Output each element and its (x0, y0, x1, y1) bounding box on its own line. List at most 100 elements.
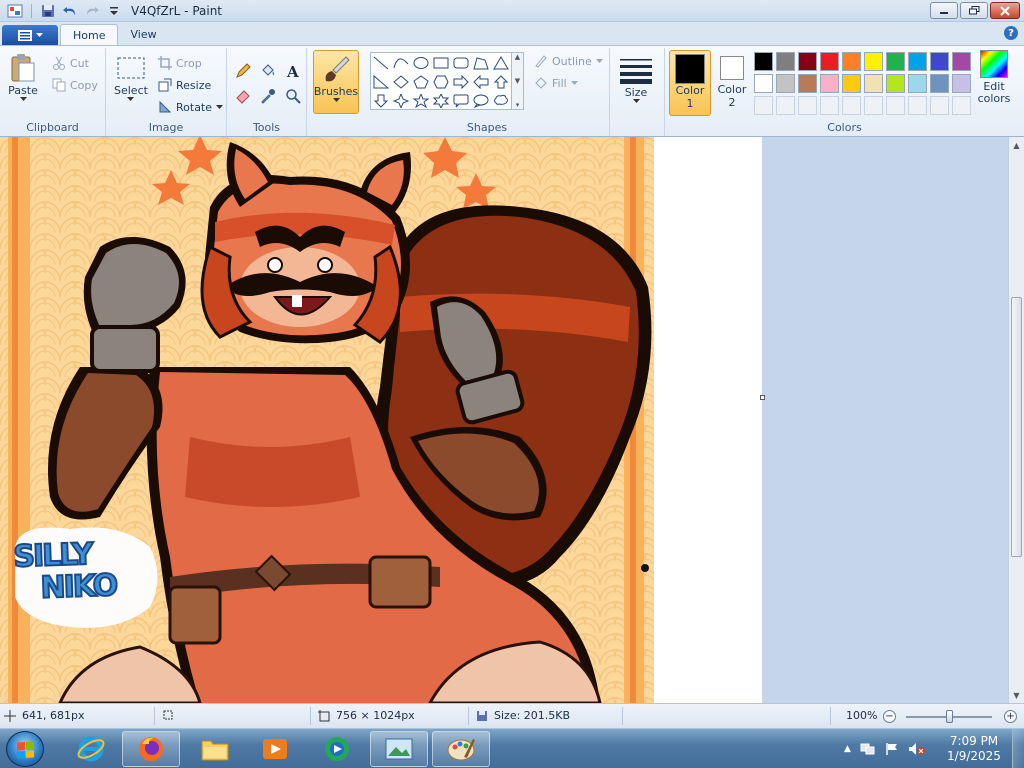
redo-icon[interactable] (83, 2, 101, 20)
palette-swatch[interactable] (754, 74, 773, 93)
brushes-button[interactable]: Brushes (313, 50, 359, 114)
zoom-slider-thumb[interactable] (946, 710, 953, 723)
show-desktop-button[interactable] (1012, 729, 1024, 768)
palette-empty-swatch[interactable] (864, 96, 883, 115)
canvas-workspace[interactable]: SILLY NIKO (0, 137, 1008, 703)
size-button[interactable]: Size (618, 54, 654, 104)
palette-swatch[interactable] (930, 52, 949, 71)
scroll-up-icon[interactable]: ▲ (515, 53, 520, 61)
palette-empty-swatch[interactable] (930, 96, 949, 115)
save-icon[interactable] (39, 2, 57, 20)
scroll-down-icon[interactable]: ▼ (515, 77, 520, 85)
color1-button[interactable]: Color 1 (669, 50, 711, 116)
rectangle-shape-icon[interactable] (431, 53, 451, 72)
canvas-resize-handle-right[interactable] (760, 395, 765, 400)
color-picker-icon[interactable] (257, 85, 279, 107)
rotate-button[interactable]: Rotate (158, 100, 224, 114)
photo-viewer-taskbar-button[interactable] (370, 731, 428, 767)
edit-colors-button[interactable]: Edit colors (976, 50, 1012, 105)
tab-home[interactable]: Home (60, 24, 119, 45)
down-arrow-shape-icon[interactable] (371, 91, 391, 110)
palette-swatch[interactable] (820, 52, 839, 71)
customize-qat-icon[interactable] (105, 2, 123, 20)
polygon-shape-icon[interactable] (471, 53, 491, 72)
help-icon[interactable]: ? (1004, 26, 1018, 40)
shapes-scrollbar[interactable]: ▲ ▼ ▾ (512, 52, 524, 110)
pentagon-shape-icon[interactable] (411, 72, 431, 91)
left-arrow-shape-icon[interactable] (471, 72, 491, 91)
cut-button[interactable]: Cut (52, 56, 89, 70)
palette-empty-swatch[interactable] (776, 96, 795, 115)
palette-swatch[interactable] (798, 74, 817, 93)
palette-swatch[interactable] (908, 52, 927, 71)
palette-empty-swatch[interactable] (842, 96, 861, 115)
oval-callout-shape-icon[interactable] (471, 91, 491, 110)
palette-swatch[interactable] (776, 52, 795, 71)
palette-swatch[interactable] (952, 52, 971, 71)
palette-swatch[interactable] (908, 74, 927, 93)
palette-empty-swatch[interactable] (886, 96, 905, 115)
close-button[interactable] (990, 2, 1020, 19)
scroll-down-icon[interactable]: ▼ (1009, 687, 1024, 703)
tab-view[interactable]: View (118, 24, 168, 45)
restore-button[interactable] (960, 2, 988, 19)
oval-shape-icon[interactable] (411, 53, 431, 72)
media-center-taskbar-button[interactable] (308, 731, 366, 767)
fill-button[interactable]: Fill (534, 76, 578, 90)
palette-swatch[interactable] (952, 74, 971, 93)
rounded-rectangle-shape-icon[interactable] (451, 53, 471, 72)
select-button[interactable]: Select (114, 52, 148, 102)
palette-swatch[interactable] (798, 52, 817, 71)
line-shape-icon[interactable] (371, 53, 391, 72)
outline-button[interactable]: Outline (534, 54, 603, 68)
right-arrow-shape-icon[interactable] (451, 72, 471, 91)
magnifier-icon[interactable] (282, 85, 304, 107)
action-center-flag-icon[interactable] (885, 742, 899, 756)
gallery-expand-icon[interactable]: ▾ (516, 101, 520, 109)
zoom-out-button[interactable]: − (883, 710, 896, 723)
five-point-star-shape-icon[interactable] (411, 91, 431, 110)
palette-swatch[interactable] (930, 74, 949, 93)
canvas-image[interactable]: SILLY NIKO (0, 137, 654, 703)
palette-swatch[interactable] (886, 52, 905, 71)
pencil-icon[interactable] (232, 60, 254, 82)
palette-swatch[interactable] (864, 52, 883, 71)
paste-button[interactable]: Paste (8, 52, 38, 102)
hexagon-shape-icon[interactable] (431, 72, 451, 91)
palette-swatch[interactable] (864, 74, 883, 93)
palette-swatch[interactable] (820, 74, 839, 93)
start-button[interactable] (6, 731, 44, 767)
palette-swatch[interactable] (776, 74, 795, 93)
palette-empty-swatch[interactable] (952, 96, 971, 115)
volume-muted-icon[interactable] (908, 742, 926, 756)
zoom-in-button[interactable]: + (1004, 710, 1017, 723)
palette-swatch[interactable] (886, 74, 905, 93)
show-hidden-icons-icon[interactable]: ▲ (844, 744, 851, 754)
resize-button[interactable]: Resize (158, 78, 211, 92)
eraser-icon[interactable] (232, 85, 254, 107)
fill-bucket-icon[interactable] (257, 60, 279, 82)
scroll-up-icon[interactable]: ▲ (1009, 137, 1024, 153)
internet-explorer-taskbar-button[interactable] (62, 731, 120, 767)
four-point-star-shape-icon[interactable] (391, 91, 411, 110)
file-menu-button[interactable] (2, 25, 58, 45)
rounded-callout-shape-icon[interactable] (451, 91, 471, 110)
taskbar-clock[interactable]: 7:09 PM 1/9/2025 (944, 734, 1004, 764)
paint-app-icon[interactable] (6, 2, 24, 20)
crop-button[interactable]: Crop (158, 56, 202, 70)
text-icon[interactable]: A (282, 60, 304, 82)
network-icon[interactable] (860, 742, 876, 756)
palette-empty-swatch[interactable] (798, 96, 817, 115)
palette-empty-swatch[interactable] (908, 96, 927, 115)
palette-swatch[interactable] (842, 52, 861, 71)
up-arrow-shape-icon[interactable] (491, 72, 511, 91)
diamond-shape-icon[interactable] (391, 72, 411, 91)
media-player-taskbar-button[interactable] (246, 731, 304, 767)
paint-taskbar-button[interactable] (432, 731, 490, 767)
scrollbar-thumb[interactable] (1011, 297, 1022, 557)
palette-empty-swatch[interactable] (754, 96, 773, 115)
cloud-callout-shape-icon[interactable] (491, 91, 511, 110)
minimize-button[interactable] (930, 2, 958, 19)
copy-button[interactable]: Copy (52, 78, 98, 92)
firefox-taskbar-button[interactable] (122, 731, 180, 767)
